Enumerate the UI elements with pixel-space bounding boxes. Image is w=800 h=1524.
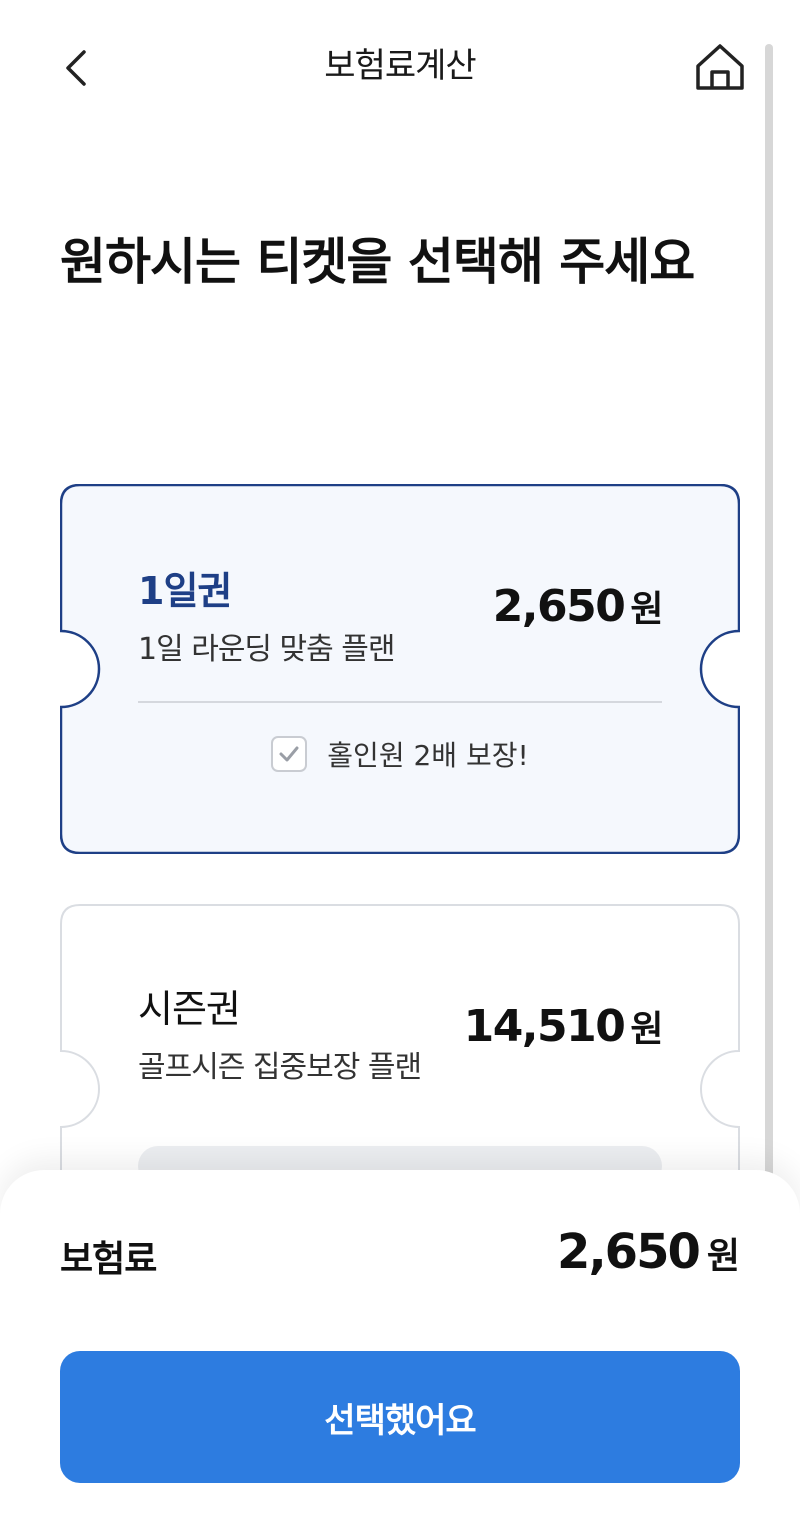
ticket-card-day-pass[interactable]: 1일권 1일 라운딩 맞춤 플랜 2,650 원 홀인원 2배 보장! <box>60 484 740 854</box>
confirm-selection-button[interactable]: 선택했어요 <box>60 1351 740 1483</box>
ticket-price-currency: 원 <box>630 1009 663 1050</box>
premium-summary-sheet: 보험료 2,650 원 선택했어요 <box>0 1170 800 1524</box>
benefit-checkbox[interactable] <box>271 736 308 772</box>
ticket-price-currency: 원 <box>630 589 663 630</box>
ticket-price-value: 14,510 <box>463 1001 626 1052</box>
top-nav-bar: 보험료계산 <box>0 0 800 130</box>
premium-amount-value: 2,650 <box>557 1224 701 1280</box>
premium-label: 보험료 <box>60 1239 157 1280</box>
ticket-benefit: 홀인원 2배 보장! <box>60 734 740 774</box>
ticket-price: 14,510 원 <box>463 1000 664 1052</box>
ticket-name: 시즌권 <box>138 987 241 1031</box>
premium-amount: 2,650 원 <box>557 1224 740 1280</box>
ticket-description: 골프시즌 집중보장 플랜 <box>138 1050 422 1085</box>
scrollbar[interactable] <box>765 44 773 1230</box>
ticket-divider <box>138 701 662 703</box>
ticket-card-background <box>60 484 740 854</box>
page-title: 원하시는 티켓을 선택해 주세요 <box>60 233 695 291</box>
check-icon <box>279 746 299 762</box>
insurance-calculator-screen: 보험료계산 원하시는 티켓을 선택해 주세요 1일권 1일 라운딩 맞춤 플랜 … <box>0 0 800 1524</box>
ticket-name: 1일권 <box>138 569 232 613</box>
home-icon[interactable] <box>692 40 748 96</box>
premium-amount-currency: 원 <box>706 1236 740 1277</box>
header-title: 보험료계산 <box>324 46 476 86</box>
ticket-price: 2,650 원 <box>492 580 664 632</box>
ticket-description: 1일 라운딩 맞춤 플랜 <box>138 632 395 667</box>
benefit-text: 홀인원 2배 보장! <box>327 739 529 772</box>
ticket-price-value: 2,650 <box>492 581 626 632</box>
